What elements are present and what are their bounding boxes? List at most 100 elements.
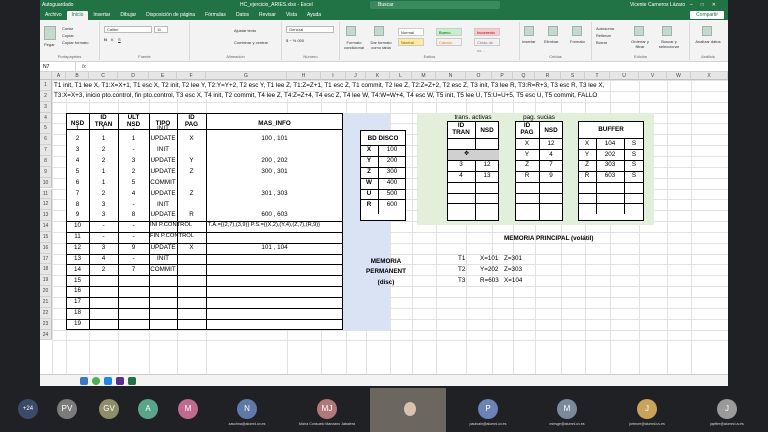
participant-avatar[interactable]: A <box>138 399 158 419</box>
sort-filter-button[interactable]: Ordenar y filtrar <box>628 39 652 49</box>
row-header-19[interactable]: 19 <box>40 275 52 287</box>
column-header-K[interactable]: K <box>366 72 390 80</box>
conditional-format-button[interactable]: Formato condicional <box>342 40 366 50</box>
column-header-P[interactable]: P <box>492 72 513 80</box>
column-header-H[interactable]: H <box>287 72 321 80</box>
column-header-U[interactable]: U <box>610 72 639 80</box>
tab-4[interactable]: Disposición de página <box>141 11 200 20</box>
tab-1[interactable]: Inicio <box>66 11 89 20</box>
font-name-select[interactable]: Calibri <box>104 26 152 33</box>
trans-activas-selected-row[interactable] <box>448 150 499 160</box>
number-format-buttons[interactable]: $ ~ % 000 <box>286 38 304 43</box>
insert-cells-icon[interactable] <box>524 26 534 36</box>
conditional-format-icon[interactable] <box>346 26 356 36</box>
edge-icon[interactable] <box>104 377 112 385</box>
wrap-text-button[interactable]: Ajustar texto <box>234 28 256 33</box>
row-header-23[interactable]: 23 <box>40 318 52 330</box>
autosum-button[interactable]: Autosuma <box>596 26 614 31</box>
participant-avatar[interactable]: GV <box>99 399 119 419</box>
fx-icon[interactable]: fx <box>82 62 86 72</box>
analyze-data-icon[interactable] <box>702 26 712 36</box>
spreadsheet-grid[interactable]: A B C D E F G H I J K L M N O P Q R S T U V W X 1 2 3 4 5 6 7 8 9 10 11 12 1… <box>40 72 728 375</box>
copy-button[interactable]: Copiar <box>62 33 74 38</box>
column-header-C[interactable]: C <box>89 72 118 80</box>
row-header-7[interactable]: 7 <box>40 145 52 156</box>
name-box[interactable]: N7 <box>40 62 76 72</box>
column-header-G[interactable]: G <box>206 72 287 80</box>
search-box[interactable]: Buscar <box>370 1 500 9</box>
teams-icon[interactable] <box>116 377 124 385</box>
column-header-Q[interactable]: Q <box>513 72 535 80</box>
row-header-20[interactable]: 20 <box>40 286 52 297</box>
row-header-9[interactable]: 9 <box>40 166 52 178</box>
row-header-10[interactable]: 10 <box>40 177 52 189</box>
column-header-X[interactable]: X <box>691 72 728 80</box>
more-participants-badge[interactable]: +24 <box>18 399 38 419</box>
column-header-B[interactable]: B <box>66 72 89 80</box>
row-header-2[interactable]: 2 <box>40 90 52 102</box>
clear-button[interactable]: Borrar <box>596 40 607 45</box>
format-as-table-button[interactable]: Dar formato como tabla <box>368 40 394 50</box>
row-header-13[interactable]: 13 <box>40 210 52 222</box>
tab-5[interactable]: Fórmulas <box>200 11 231 20</box>
row-header-21[interactable]: 21 <box>40 297 52 308</box>
row-header-8[interactable]: 8 <box>40 155 52 167</box>
row-header-15[interactable]: 15 <box>40 231 52 243</box>
tab-0[interactable]: Archivo <box>40 11 67 20</box>
paste-button[interactable]: Pegar <box>44 42 55 47</box>
bold-button[interactable]: N <box>104 37 107 42</box>
delete-cells-button[interactable]: Eliminar <box>544 39 558 44</box>
participant-avatar[interactable]: PV <box>57 399 77 419</box>
row-header-22[interactable]: 22 <box>40 307 52 319</box>
paste-icon[interactable] <box>44 26 56 40</box>
row-header-24[interactable]: 24 <box>40 329 52 341</box>
share-button[interactable]: Compartir <box>690 11 724 19</box>
tab-9[interactable]: Ayuda <box>302 11 326 20</box>
row-header-1[interactable]: 1 <box>40 80 52 91</box>
window-controls[interactable]: –□✕ <box>690 2 724 8</box>
participant-avatar[interactable]: M <box>178 399 198 419</box>
sort-filter-icon[interactable] <box>634 26 644 36</box>
row-header-16[interactable]: 16 <box>40 242 52 254</box>
column-header-R[interactable]: R <box>535 72 561 80</box>
column-header-T[interactable]: T <box>585 72 610 80</box>
autosave-label[interactable]: Autoguardado <box>42 2 73 8</box>
column-header-M[interactable]: M <box>412 72 436 80</box>
style-normal[interactable]: Normal <box>398 28 424 36</box>
fill-button[interactable]: Rellenar <box>596 33 611 38</box>
italic-button[interactable]: K <box>111 37 114 42</box>
column-header-A[interactable]: A <box>52 72 66 80</box>
chrome-icon[interactable] <box>92 377 100 385</box>
participant-avatar[interactable]: J <box>637 399 657 419</box>
find-select-button[interactable]: Buscar y seleccionar <box>654 39 684 49</box>
style-neutral[interactable]: Neutral <box>398 38 424 46</box>
row-header-18[interactable]: 18 <box>40 264 52 276</box>
row-header-5[interactable]: 5 <box>40 123 52 135</box>
column-header-I[interactable]: I <box>321 72 346 80</box>
column-header-S[interactable]: S <box>561 72 585 80</box>
style-incorrecto[interactable]: Incorrecto <box>474 28 500 36</box>
insert-cells-button[interactable]: Insertar <box>522 39 536 44</box>
tab-2[interactable]: Insertar <box>88 11 115 20</box>
file-explorer-icon[interactable] <box>80 377 88 385</box>
row-header-6[interactable]: 6 <box>40 134 52 146</box>
row-header-12[interactable]: 12 <box>40 199 52 211</box>
tab-3[interactable]: Dibujar <box>115 11 141 20</box>
style-calculo[interactable]: Cálculo <box>436 38 462 46</box>
column-header-L[interactable]: L <box>390 72 412 80</box>
tab-7[interactable]: Revisar <box>254 11 281 20</box>
number-format-select[interactable]: General <box>286 26 334 33</box>
row-header-17[interactable]: 17 <box>40 253 52 265</box>
excel-icon[interactable] <box>128 377 136 385</box>
find-select-icon[interactable] <box>662 26 672 36</box>
participant-avatar[interactable]: MJ <box>317 399 337 419</box>
row-header-4[interactable]: 4 <box>40 112 52 124</box>
row-header-3[interactable]: 3 <box>40 101 52 113</box>
format-painter-button[interactable]: Copiar formato <box>62 40 88 45</box>
tab-6[interactable]: Datos <box>231 11 254 20</box>
row-header-11[interactable]: 11 <box>40 188 52 200</box>
delete-cells-icon[interactable] <box>548 26 558 36</box>
column-header-O[interactable]: O <box>466 72 492 80</box>
style-celda-vinculada[interactable]: Celda de co... <box>474 38 500 53</box>
participant-avatar[interactable]: M <box>557 399 577 419</box>
